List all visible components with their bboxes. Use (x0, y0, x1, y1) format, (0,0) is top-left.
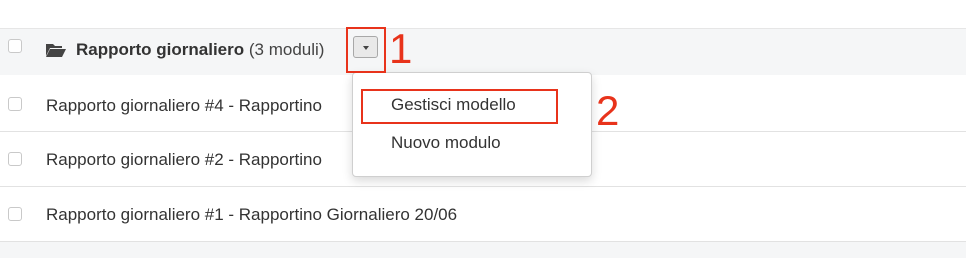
menu-item-nuovo-modulo[interactable]: Nuovo modulo (391, 133, 501, 153)
group-dropdown-menu: Gestisci modello Nuovo modulo (352, 72, 592, 177)
row-label[interactable]: Rapporto giornaliero #2 - Rapportino (46, 150, 322, 170)
group-name: Rapporto giornaliero (76, 40, 245, 59)
folder-open-icon (46, 44, 66, 57)
bottom-spacer (0, 242, 966, 258)
row-label[interactable]: Rapporto giornaliero #1 - Rapportino Gio… (46, 205, 457, 225)
group-header-row: Rapporto giornaliero (3 moduli) (0, 28, 966, 76)
row-label[interactable]: Rapporto giornaliero #4 - Rapportino (46, 96, 322, 116)
group-checkbox[interactable] (8, 39, 22, 53)
annotation-callout-2: 2 (596, 87, 620, 134)
table-row[interactable]: Rapporto giornaliero #1 - Rapportino Gio… (0, 187, 966, 242)
annotation-highlight-1 (346, 27, 386, 73)
top-spacer (0, 0, 966, 28)
group-title[interactable]: Rapporto giornaliero (3 moduli) (76, 40, 324, 60)
row-checkbox[interactable] (8, 152, 22, 166)
annotation-highlight-2 (361, 89, 558, 124)
row-checkbox[interactable] (8, 207, 22, 221)
group-count: (3 moduli) (248, 40, 325, 59)
row-checkbox[interactable] (8, 97, 22, 111)
annotation-callout-1: 1 (389, 25, 413, 72)
